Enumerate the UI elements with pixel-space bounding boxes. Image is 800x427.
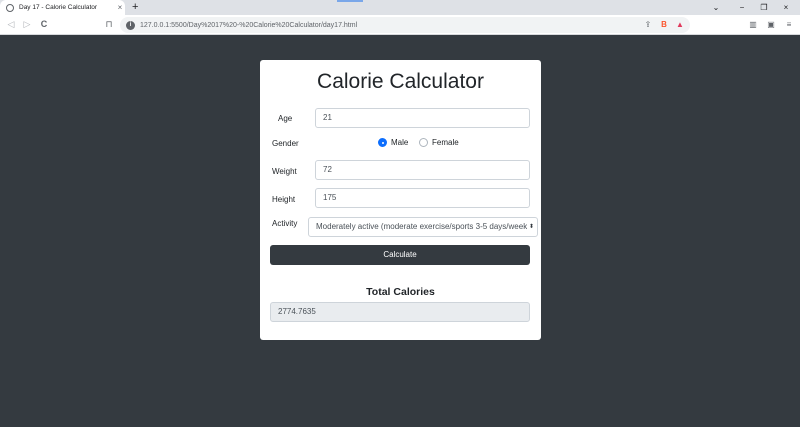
chevron-down-icon[interactable]: ⌄ xyxy=(706,0,726,15)
total-calories-output: 2774.7635 xyxy=(270,302,530,322)
sidebar-icon[interactable]: ▥ xyxy=(747,19,759,31)
url-text[interactable]: 127.0.0.1:5500/Day%2017%20-%20Calorie%20… xyxy=(140,22,642,29)
browser-toolbar: ◁ ▷ C ⊓ i 127.0.0.1:5500/Day%2017%20-%20… xyxy=(0,15,800,35)
tab-title: Day 17 - Calorie Calculator xyxy=(19,4,98,11)
male-radio[interactable] xyxy=(378,138,387,147)
reload-icon[interactable]: C xyxy=(37,17,51,31)
male-radio-label[interactable]: Male xyxy=(391,138,408,147)
tab-close-icon[interactable]: × xyxy=(115,3,125,12)
tab-bar: Day 17 - Calorie Calculator × + ⌄ − ❐ × xyxy=(0,0,800,15)
bookmark-icon[interactable]: ⊓ xyxy=(102,17,116,31)
brave-shield-icon[interactable]: B xyxy=(658,19,670,31)
age-label: Age xyxy=(278,114,293,123)
female-radio-label[interactable]: Female xyxy=(432,138,459,147)
forward-icon[interactable]: ▷ xyxy=(20,17,34,31)
gender-label: Gender xyxy=(272,139,299,148)
select-arrow-icon: ⬍ xyxy=(526,218,534,236)
new-tab-button[interactable]: + xyxy=(132,0,138,15)
address-bar[interactable]: i 127.0.0.1:5500/Day%2017%20-%20Calorie%… xyxy=(120,17,690,33)
brave-rewards-icon[interactable]: ▲ xyxy=(674,19,686,31)
minimize-icon[interactable]: − xyxy=(732,0,752,15)
height-input[interactable]: 175 xyxy=(315,188,530,208)
activity-select[interactable]: Moderately active (moderate exercise/spo… xyxy=(308,217,538,237)
info-icon[interactable]: i xyxy=(126,20,135,30)
activity-label: Activity xyxy=(272,219,298,228)
globe-icon xyxy=(6,3,14,12)
age-input[interactable]: 21 xyxy=(315,108,530,128)
female-radio[interactable] xyxy=(419,138,428,147)
weight-input[interactable]: 72 xyxy=(315,160,530,180)
browser-tab[interactable]: Day 17 - Calorie Calculator × xyxy=(0,0,125,15)
restore-icon[interactable]: ❐ xyxy=(754,0,774,15)
wallet-icon[interactable]: ▣ xyxy=(765,19,777,31)
window-close-icon[interactable]: × xyxy=(776,0,796,15)
back-icon[interactable]: ◁ xyxy=(4,17,18,31)
menu-icon[interactable]: ≡ xyxy=(783,19,795,31)
calculate-button[interactable]: Calculate xyxy=(270,245,530,265)
weight-label: Weight xyxy=(272,167,297,176)
share-icon[interactable]: ⇪ xyxy=(642,19,654,31)
page-title: Calorie Calculator xyxy=(317,70,484,93)
total-calories-label: Total Calories xyxy=(366,286,435,298)
tab-strip-indicator xyxy=(337,0,363,2)
activity-select-value: Moderately active (moderate exercise/spo… xyxy=(316,222,530,231)
height-label: Height xyxy=(272,195,296,204)
calculator-card: Calorie Calculator Age 21 Gender Male Fe… xyxy=(260,60,541,340)
